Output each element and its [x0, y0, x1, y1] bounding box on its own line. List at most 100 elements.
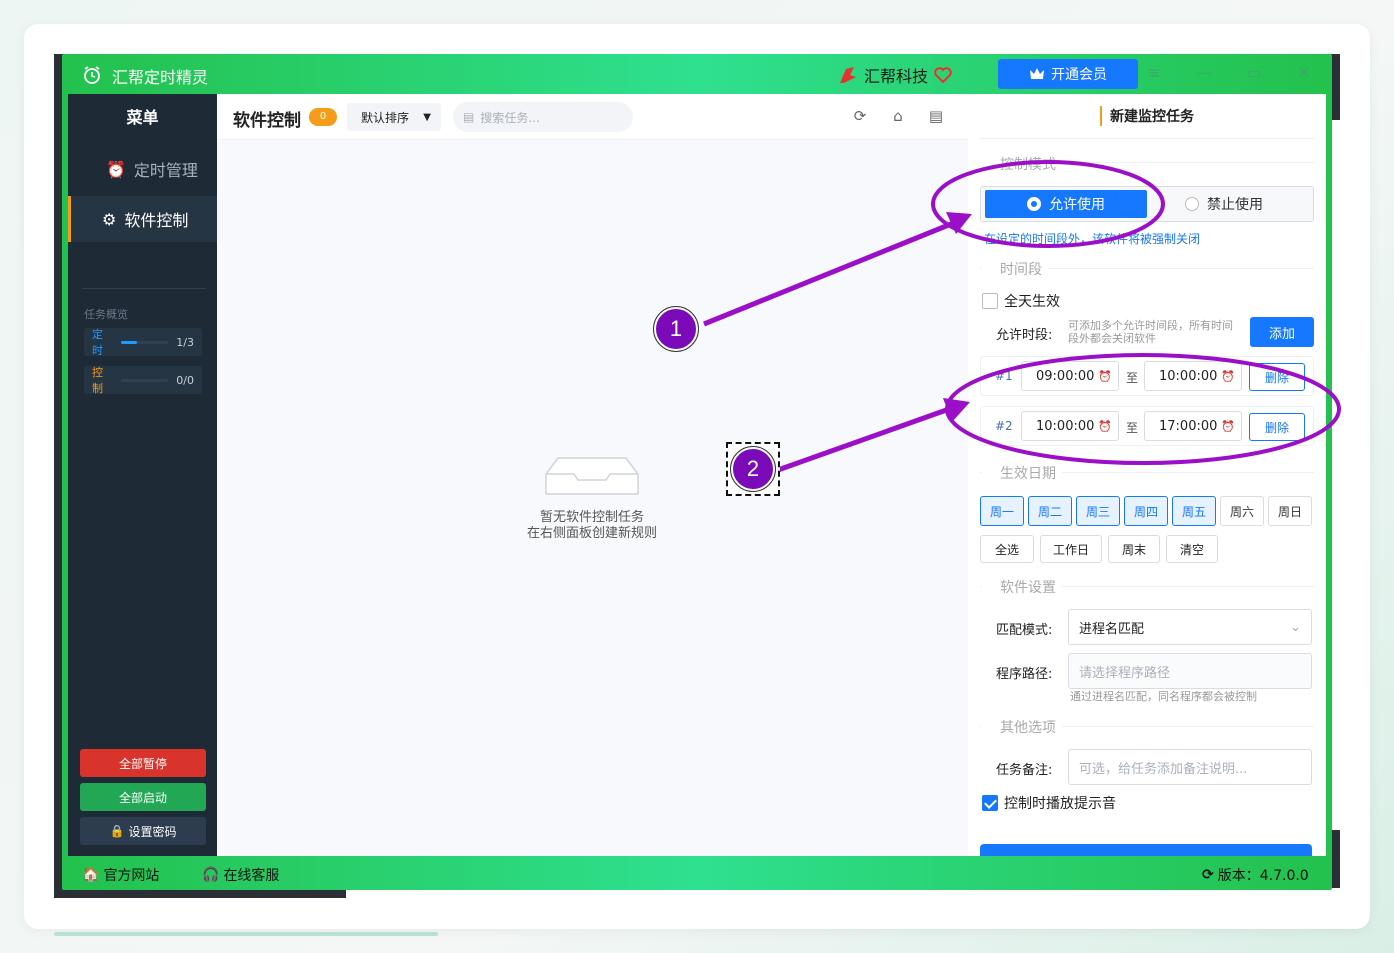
sidebar-item-label: 定时管理: [133, 161, 198, 180]
main-content: 软件控制 0 默认排序 ▼ ▤ 搜索任务... ⟳ ⌂ ▤ 暂无软件控制任务 在…: [217, 94, 968, 856]
empty-line-2: 在右侧面板创建新规则: [526, 526, 657, 541]
document-icon: ▤: [463, 110, 475, 124]
end-time-input[interactable]: 10:00:00 ⏰: [1144, 361, 1242, 391]
day-fri[interactable]: 周五: [1172, 496, 1216, 526]
online-support-link[interactable]: 🎧 在线客服: [202, 865, 279, 885]
overview-control-count: 0/0: [176, 373, 194, 387]
to-label: 至: [1126, 421, 1139, 435]
count-badge: 0: [309, 108, 337, 126]
divider: [82, 288, 206, 289]
note-input[interactable]: 可选，给任务添加备注说明...: [1068, 749, 1312, 785]
match-mode-label: 匹配模式:: [996, 623, 1053, 638]
delete-slot-button[interactable]: 删除: [1249, 363, 1305, 391]
mode-toggle: 允许使用 禁止使用: [980, 186, 1314, 222]
delete-slot-button[interactable]: 删除: [1249, 413, 1305, 441]
heart-badge-icon: [934, 67, 952, 83]
add-period-button[interactable]: 添加: [1250, 317, 1314, 347]
workdays-button[interactable]: 工作日: [1040, 535, 1102, 563]
start-all-button[interactable]: 全部启动: [80, 783, 206, 811]
open-membership-button[interactable]: 开通会员: [998, 59, 1138, 89]
program-path-label: 程序路径:: [996, 667, 1053, 682]
overview-control: 控制 0/0: [84, 366, 202, 395]
version-info[interactable]: ⟳ 版本：4.7.0.0: [1202, 865, 1309, 885]
main-header: 软件控制 0 默认排序 ▼ ▤ 搜索任务... ⟳ ⌂ ▤: [217, 94, 968, 140]
end-time-input[interactable]: 17:00:00 ⏰: [1144, 411, 1242, 441]
section-control-mode: 控制模式: [982, 154, 1062, 174]
mode-allow-option[interactable]: 允许使用: [985, 190, 1147, 218]
crown-icon: [1030, 68, 1044, 79]
day-thu[interactable]: 周四: [1124, 496, 1168, 526]
mode-deny-option[interactable]: 禁止使用: [1185, 190, 1305, 218]
new-task-panel: 新建监控任务 控制模式 允许使用 禁止使用 在设定的时间段外，该软件将被强制关闭…: [968, 94, 1326, 856]
set-password-label: 设置密码: [128, 824, 177, 839]
program-path-input[interactable]: 请选择程序路径: [1068, 653, 1312, 689]
match-mode-select[interactable]: 进程名匹配 ⌄: [1068, 609, 1312, 645]
vip-label: 开通会员: [1051, 67, 1107, 83]
slot-index: #1: [995, 369, 1013, 383]
day-wed[interactable]: 周三: [1076, 496, 1120, 526]
sort-select[interactable]: 默认排序 ▼: [347, 103, 441, 131]
sound-checkbox[interactable]: 控制时播放提示音: [982, 793, 1116, 813]
panel-title: 新建监控任务: [1100, 106, 1194, 126]
version-label: 版本：4.7.0.0: [1217, 868, 1309, 884]
all-day-checkbox[interactable]: 全天生效: [982, 291, 1060, 311]
day-sun[interactable]: 周日: [1268, 496, 1312, 526]
section-effective-date: 生效日期: [982, 463, 1062, 483]
section-time-range: 时间段: [982, 259, 1048, 279]
weekend-button[interactable]: 周末: [1108, 535, 1160, 563]
refresh-icon[interactable]: ⟳: [851, 107, 869, 125]
time-slot-row: #1 09:00:00 ⏰ 至 10:00:00 ⏰ 删除: [980, 356, 1314, 396]
radio-unchecked-icon: [1185, 197, 1199, 211]
sidebar-item-timer[interactable]: ⏰ 定时管理: [74, 146, 217, 192]
overview-control-label: 控制: [92, 366, 103, 395]
refresh-icon: ⟳: [1202, 867, 1214, 883]
day-tue[interactable]: 周二: [1028, 496, 1072, 526]
allowed-period-label: 允许时段:: [996, 328, 1053, 343]
mode-allow-label: 允许使用: [1049, 197, 1105, 213]
sound-label: 控制时播放提示音: [1004, 796, 1116, 812]
official-website-link[interactable]: 🏠 官方网站: [82, 865, 159, 885]
pause-all-button[interactable]: 全部暂停: [80, 749, 206, 777]
empty-message: 暂无软件控制任务 在右侧面板创建新规则: [477, 510, 707, 542]
start-time-value: 09:00:00: [1036, 368, 1095, 384]
section-software-settings: 软件设置: [982, 577, 1062, 597]
caret-down-icon: ▼: [423, 111, 431, 123]
alarm-clock-logo-icon: [84, 66, 100, 84]
create-task-button[interactable]: [980, 844, 1312, 856]
start-time-input[interactable]: 10:00:00 ⏰: [1021, 411, 1119, 441]
search-placeholder: 搜索任务...: [480, 110, 540, 125]
search-input[interactable]: ▤ 搜索任务...: [453, 102, 633, 132]
end-time-value: 10:00:00: [1159, 368, 1218, 384]
section-other-options: 其他选项: [982, 717, 1062, 737]
set-password-button[interactable]: 🔒 设置密码: [80, 817, 206, 845]
eraser-icon[interactable]: ⌂: [889, 107, 907, 125]
brand-name: 汇帮科技: [864, 67, 929, 86]
start-time-input[interactable]: 09:00:00 ⏰: [1021, 361, 1119, 391]
radio-checked-icon: [1027, 197, 1041, 211]
chevron-down-icon: ⌄: [1290, 619, 1301, 635]
overview-timer-progress: [121, 340, 169, 344]
note-placeholder: 可选，给任务添加备注说明...: [1079, 761, 1248, 777]
alarm-icon: ⏰: [1098, 419, 1112, 433]
sidebar: 菜单 ⏰ 定时管理 ⚙ 软件控制 任务概览 定时 1/3 控制 0/0 全部暂停…: [68, 94, 217, 856]
sidebar-item-label: 软件控制: [124, 211, 189, 230]
scroll-indicator[interactable]: [54, 932, 438, 936]
menu-icon[interactable]: ≡: [1142, 63, 1166, 85]
overview-timer-label: 定时: [92, 328, 103, 357]
maximize-icon[interactable]: ▭: [1242, 63, 1266, 85]
day-mon[interactable]: 周一: [980, 496, 1024, 526]
slot-index: #2: [995, 419, 1013, 433]
select-all-button[interactable]: 全选: [980, 535, 1034, 563]
minimize-icon[interactable]: —: [1192, 63, 1216, 85]
clear-button[interactable]: 清空: [1166, 535, 1218, 563]
support-label: 在线客服: [223, 868, 280, 884]
mode-hint: 在设定的时间段外，该软件将被强制关闭: [984, 232, 1201, 246]
time-slot-row: #2 10:00:00 ⏰ 至 17:00:00 ⏰ 删除: [980, 406, 1314, 446]
day-sat[interactable]: 周六: [1220, 496, 1264, 526]
home-icon: 🏠: [82, 867, 100, 883]
to-label: 至: [1126, 371, 1139, 385]
close-icon[interactable]: ✕: [1292, 63, 1316, 85]
sidebar-item-software-control[interactable]: ⚙ 软件控制: [68, 196, 217, 242]
alarm-clock-icon: ⏰: [106, 159, 126, 179]
list-icon[interactable]: ▤: [927, 107, 945, 125]
